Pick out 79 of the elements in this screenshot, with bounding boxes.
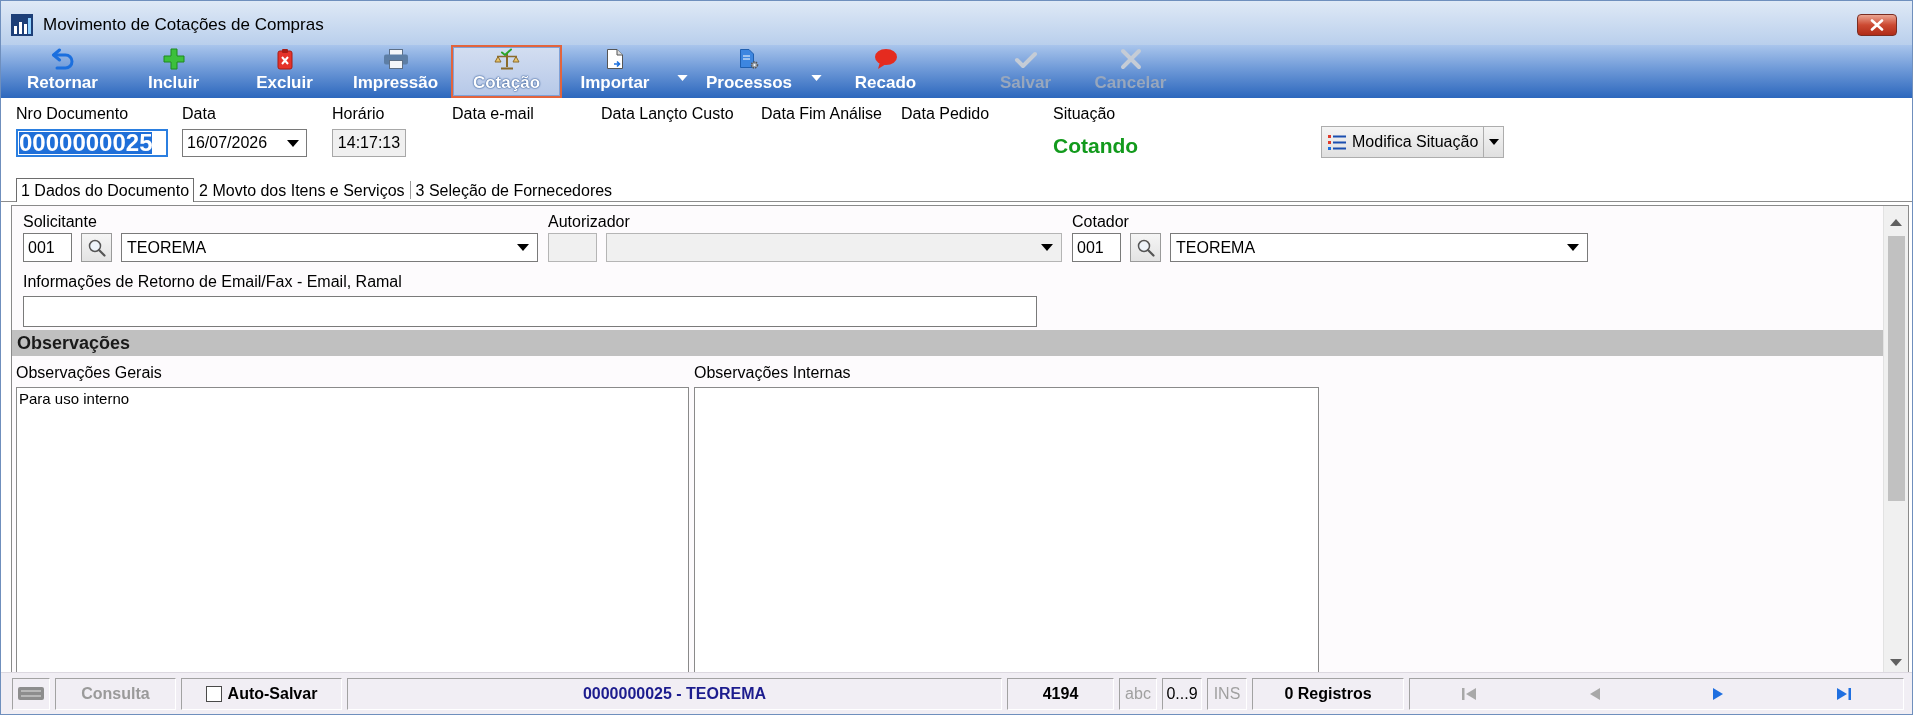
toolbar-button[interactable]: Processos	[696, 45, 802, 98]
document-arrow-icon	[606, 48, 624, 70]
scroll-up-arrow-icon[interactable]	[1890, 219, 1902, 226]
toolbar-button[interactable]: Excluir	[229, 45, 340, 98]
field-label: Horário	[332, 104, 385, 123]
dropdown-field[interactable]: TEOREMA	[1170, 233, 1588, 262]
keyboard-icon	[18, 687, 44, 700]
list-icon	[1328, 134, 1346, 150]
field-label: Situação	[1053, 104, 1116, 123]
field-label: Data e-mail	[452, 104, 534, 123]
field-label: Solicitante	[23, 212, 97, 231]
search-icon	[1136, 238, 1155, 257]
caret-down-icon	[1041, 244, 1053, 251]
skip-to-last-icon	[1836, 686, 1851, 701]
section-header: Observações	[12, 330, 1883, 356]
scrollbar[interactable]	[1883, 206, 1908, 672]
modify-status-button[interactable]: Modifica Situação	[1321, 126, 1485, 158]
indicator-status: abc	[1119, 677, 1157, 710]
caret-down-icon	[1567, 244, 1579, 251]
dropdown-field[interactable]: TEOREMA	[121, 233, 538, 262]
close-button[interactable]	[1857, 13, 1897, 36]
check-icon	[1013, 50, 1038, 70]
field-label: Cotador	[1072, 212, 1129, 231]
code-field[interactable]: 001	[1072, 233, 1121, 262]
field-label: Observações Internas	[694, 363, 851, 382]
toolbar-button[interactable]: Retornar	[7, 45, 118, 98]
tab[interactable]: 1 Dados do Documento	[16, 178, 195, 202]
document-gear-icon	[739, 48, 759, 70]
field-label: Data	[182, 104, 216, 123]
code-field[interactable]: 001	[23, 233, 72, 262]
u-turn-arrow-icon	[50, 48, 75, 70]
records-count-status: 0 Registros	[1252, 677, 1404, 710]
search-icon	[87, 238, 106, 257]
skip-to-first-icon	[1462, 686, 1477, 701]
field-label: Nro Documento	[16, 104, 129, 123]
toolbar-button[interactable]: Recado	[830, 45, 941, 98]
scale-check-icon	[493, 48, 520, 70]
document-number-field[interactable]: 0000000025	[16, 129, 168, 157]
search-button[interactable]	[1130, 233, 1161, 262]
window-title: Movimento de Cotações de Compras	[43, 14, 324, 35]
text-area[interactable]: Para uso interno	[16, 387, 689, 672]
bar-chart-app-icon	[11, 13, 33, 36]
previous-icon	[1588, 686, 1600, 701]
field-label: Data Pedido	[901, 104, 990, 123]
field-label: Observações Gerais	[16, 363, 162, 382]
count-status: 4194	[1007, 677, 1114, 710]
record-status: 0000000025 - TEOREMA	[347, 677, 1002, 710]
toolbar-button[interactable]: Impressão	[340, 45, 451, 98]
toolbar-button[interactable]: Importar	[562, 45, 668, 98]
caret-down-icon	[517, 244, 529, 251]
search-button[interactable]	[81, 233, 112, 262]
cross-icon	[1119, 48, 1142, 70]
auto-save-label: Auto-Salvar	[227, 684, 318, 703]
dropdown-arrow-button[interactable]	[1484, 126, 1505, 158]
caret-down-icon	[676, 75, 688, 81]
caret-down-icon	[810, 75, 822, 81]
caret-down-icon	[287, 139, 299, 147]
scrollbar-thumb[interactable]	[1887, 236, 1905, 501]
field-label: Data Lançto Custo	[601, 104, 734, 123]
scroll-down-arrow-icon[interactable]	[1890, 659, 1902, 666]
field-label: Informações de Retorno de Email/Fax - Email, Ramal	[23, 272, 402, 291]
mode-status: Consulta	[55, 677, 176, 710]
field-label: Autorizador	[548, 212, 630, 231]
document-x-icon	[276, 48, 293, 70]
checkbox[interactable]	[205, 685, 222, 702]
input-field[interactable]	[23, 296, 1037, 327]
indicator-status: 0...9	[1162, 677, 1202, 710]
toolbar-button[interactable]: Incluir	[118, 45, 229, 98]
speech-bubble-icon	[873, 48, 898, 70]
field-label: Data Fim Análise	[761, 104, 882, 123]
plus-icon	[162, 48, 185, 70]
time-field[interactable]: 14:17:13	[332, 129, 406, 157]
status-value: Cotando	[1053, 134, 1139, 158]
close-icon	[1870, 18, 1884, 31]
date-dropdown[interactable]: 16/07/2026	[182, 129, 307, 157]
next-icon	[1713, 686, 1725, 701]
caret-down-icon	[1488, 139, 1499, 145]
indicator-status: INS	[1207, 677, 1247, 710]
printer-icon	[382, 48, 409, 70]
